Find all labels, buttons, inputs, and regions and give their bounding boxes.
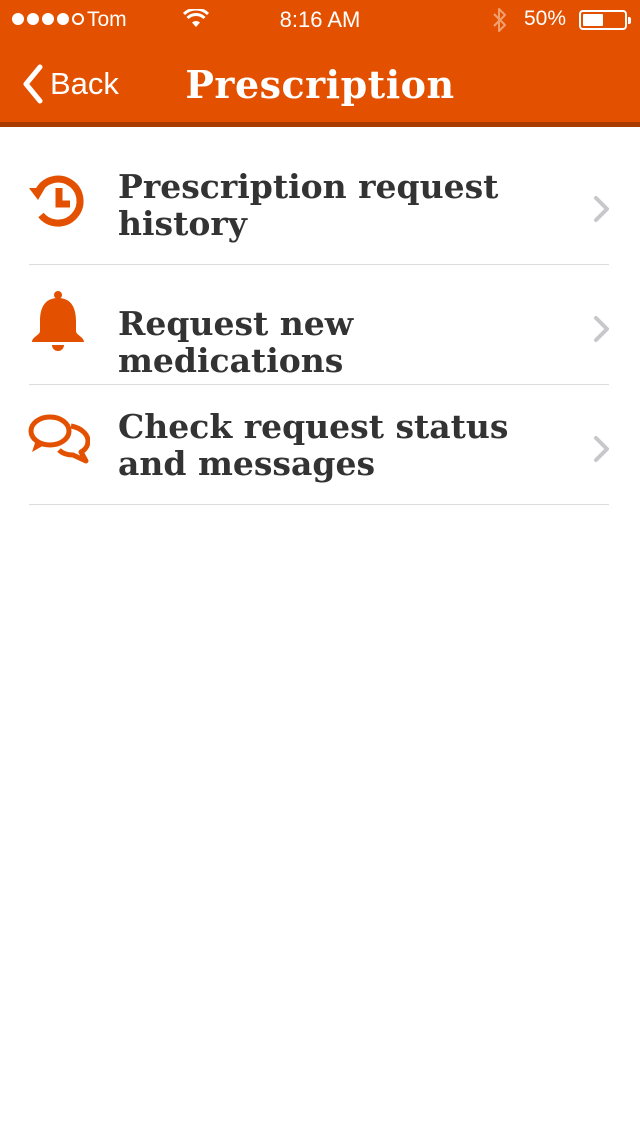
menu-item-label: Request new medications — [118, 304, 354, 380]
status-bar: Tom 8:16 AM 50% — [0, 0, 640, 40]
app-screen: Tom 8:16 AM 50% Back Prescription Prescr… — [0, 0, 640, 1136]
page-title: Prescription — [185, 62, 455, 107]
menu-item-request-status[interactable]: Check request status and messages — [0, 385, 640, 505]
navigation-bar: Back Prescription — [0, 40, 640, 127]
chevron-right-icon — [594, 316, 609, 342]
menu-item-request-medications[interactable]: Request new medications — [0, 265, 640, 385]
chevron-right-icon — [594, 196, 609, 222]
bell-icon — [32, 291, 84, 351]
bluetooth-icon — [493, 8, 506, 32]
chevron-right-icon — [594, 436, 609, 462]
battery-icon — [579, 10, 631, 30]
menu-list: Prescription request history Request new… — [0, 145, 640, 505]
battery-percent: 50% — [524, 7, 567, 30]
chat-bubbles-icon — [28, 414, 90, 464]
history-icon — [29, 175, 84, 227]
menu-item-prescription-history[interactable]: Prescription request history — [0, 145, 640, 265]
menu-item-label: Prescription request history — [118, 167, 499, 243]
menu-item-label: Check request status and messages — [118, 407, 509, 483]
